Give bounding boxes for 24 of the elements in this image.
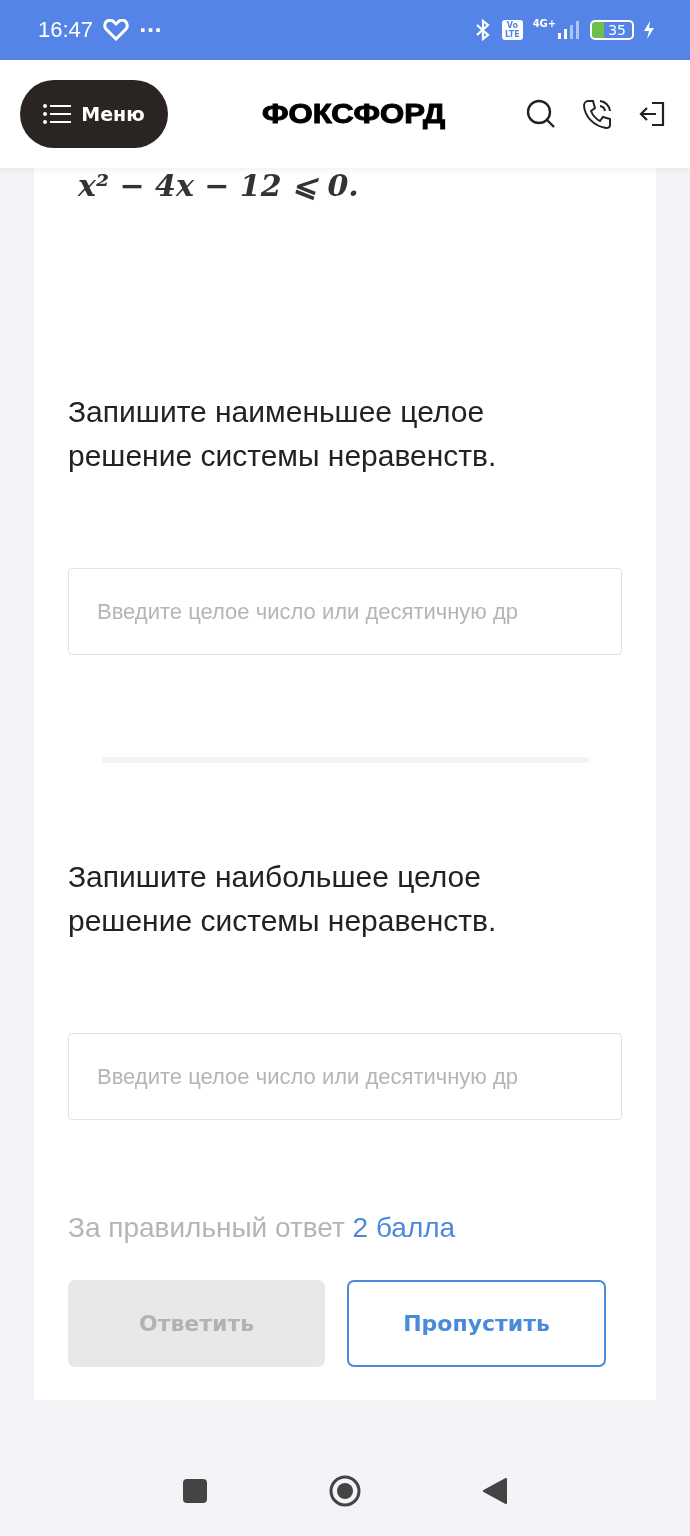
logout-icon[interactable]	[638, 100, 666, 128]
heart-icon	[103, 19, 130, 41]
charging-icon	[644, 21, 654, 39]
menu-icon	[43, 104, 72, 124]
formula: x² − 4x − 12 ⩽ 0.	[77, 170, 360, 202]
question-text: Запишите наибольшее целое решение системы неравенств.	[68, 859, 498, 939]
skip-button[interactable]: Пропустить	[347, 1280, 606, 1367]
question-text: Запишите наименьшее целое решение системы неравенств.	[68, 394, 498, 474]
logo[interactable]: ФОКСФОРД	[262, 98, 446, 130]
volte-badge: Vo LTE	[501, 20, 523, 40]
network-label: 4G+	[532, 18, 557, 29]
square-icon[interactable]	[182, 1478, 208, 1504]
answer-field[interactable]: Введите целое число или десятичную др	[68, 1033, 622, 1120]
points-note: За правильный ответ 2 балла	[68, 1212, 457, 1244]
home-icon[interactable]	[328, 1474, 362, 1508]
search-icon[interactable]	[526, 99, 556, 129]
answer-field[interactable]: Введите целое число или десятичную др	[68, 568, 622, 655]
menu-button[interactable]: Меню	[20, 80, 168, 148]
clock: 16:47	[38, 17, 94, 43]
signal-icon	[558, 21, 581, 39]
battery-indicator: 35	[590, 20, 634, 40]
back-icon[interactable]	[482, 1477, 508, 1505]
phone-icon[interactable]	[582, 98, 612, 130]
more-notifications: ···	[139, 18, 162, 42]
